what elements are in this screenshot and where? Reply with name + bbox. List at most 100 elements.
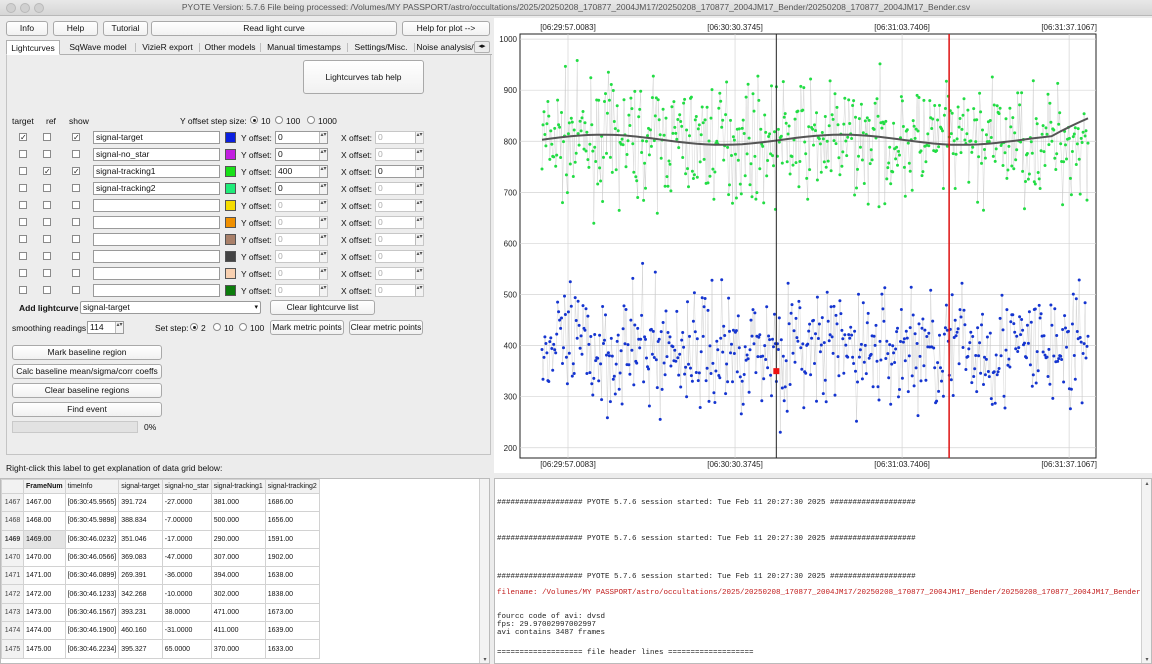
spin-arrows-icon[interactable]: ▴▾ [415,268,423,279]
lightcurve-name-field[interactable] [93,250,220,263]
show-checkbox[interactable]: ✓ [72,133,80,142]
lightcurve-name-field[interactable] [93,233,220,246]
find-event-button[interactable]: Find event [12,402,162,417]
spin-arrows-icon[interactable]: ▴▾ [415,166,423,177]
mark-baseline-region-button[interactable]: Mark baseline region [12,345,162,360]
show-checkbox[interactable] [72,150,80,158]
tab-settings-misc[interactable]: Settings/Misc. [348,40,414,55]
lightcurve-name-field[interactable]: signal-tracking2 [93,182,220,195]
table-row[interactable]: 1467 1467.00 [06:30:45.9565] 391.724 -27.000… [1,492,320,513]
show-checkbox[interactable] [72,286,80,294]
table-row[interactable]: 1475 1475.00 [06:30:46.2234] 395.327 65.0000… [1,639,320,659]
calc-baseline-button[interactable]: Calc baseline mean/sigma/corr coeffs [12,364,162,379]
color-swatch[interactable] [225,200,236,211]
ref-checkbox[interactable] [43,218,51,226]
y-offset-input[interactable]: 0 ▴▾ [275,199,328,212]
tab-manual-timestamps[interactable]: Manual timestamps [261,40,347,55]
color-swatch[interactable] [225,217,236,228]
show-checkbox[interactable] [72,269,80,277]
y-offset-input[interactable]: 0 ▴▾ [275,216,328,229]
color-swatch[interactable] [225,183,236,194]
target-checkbox[interactable] [19,184,27,192]
scroll-up-arrow-icon[interactable]: ▴ [1142,479,1151,489]
mark-metric-points-button[interactable]: Mark metric points [270,320,344,335]
table-row[interactable]: 1473 1473.00 [06:30:46.1567] 393.231 38.0000… [1,602,320,623]
spin-arrows-icon[interactable]: ▴▾ [415,149,423,160]
spin-arrows-icon[interactable]: ▴▾ [415,183,423,194]
spin-arrows-icon[interactable]: ▴▾ [415,200,423,211]
ref-checkbox[interactable]: ✓ [43,167,51,176]
lightcurve-name-field[interactable]: signal-tracking1 [93,165,220,178]
spin-arrows-icon[interactable]: ▴▾ [415,251,423,262]
help-button[interactable]: Help [53,21,98,36]
show-checkbox[interactable] [72,184,80,192]
grid-column-header[interactable]: signal-tracking2 [264,479,320,494]
scroll-down-arrow-icon[interactable]: ▾ [1142,655,1151,663]
grid-column-header[interactable]: FrameNum [23,479,66,494]
color-swatch[interactable] [225,268,236,279]
color-swatch[interactable] [225,149,236,160]
target-checkbox[interactable] [19,201,27,209]
lightcurve-plot[interactable]: 200 300 400 500 600 700 800 900 1000 [06:29:57.00… [494,18,1152,473]
read-light-curve-button[interactable]: Read light curve [151,21,397,36]
x-offset-input[interactable]: 0 ▴▾ [375,148,424,161]
table-row[interactable]: 1469 1469.00 [06:30:46.0232] 351.046 -17.000… [1,529,320,549]
spin-arrows-icon[interactable]: ▴▾ [319,132,327,143]
target-checkbox[interactable] [19,235,27,243]
x-offset-input[interactable]: 0 ▴▾ [375,199,424,212]
smoothing-readings-input[interactable]: 114 ▴▾ [87,321,124,334]
target-checkbox[interactable] [19,286,27,294]
log-scrollbar[interactable]: ▴ ▾ [1141,479,1151,663]
tab-vizier-export[interactable]: VizieR export [136,40,199,55]
lightcurve-name-field[interactable] [93,199,220,212]
color-swatch[interactable] [225,166,236,177]
target-checkbox[interactable] [19,269,27,277]
y-step-radio-10[interactable] [250,116,258,124]
y-offset-input[interactable]: 0 ▴▾ [275,233,328,246]
color-swatch[interactable] [225,132,236,143]
spin-arrows-icon[interactable]: ▴▾ [415,132,423,143]
color-swatch[interactable] [225,285,236,296]
spin-arrows-icon[interactable]: ▴▾ [415,217,423,228]
ref-checkbox[interactable] [43,269,51,277]
x-offset-input[interactable]: 0 ▴▾ [375,182,424,195]
spin-arrows-icon[interactable]: ▴▾ [319,166,327,177]
ref-checkbox[interactable] [43,150,51,158]
y-offset-input[interactable]: 0 ▴▾ [275,250,328,263]
lightcurve-name-field[interactable] [93,284,220,297]
spin-arrows-icon[interactable]: ▴▾ [319,285,327,296]
y-offset-input[interactable]: 0 ▴▾ [275,182,328,195]
y-step-radio-1000[interactable] [307,116,315,124]
show-checkbox[interactable] [72,252,80,260]
spin-arrows-icon[interactable]: ▴▾ [319,183,327,194]
x-offset-input[interactable]: 0 ▴▾ [375,250,424,263]
clear-baseline-regions-button[interactable]: Clear baseline regions [12,383,162,398]
lightcurve-name-field[interactable]: signal-target [93,131,220,144]
table-row[interactable]: 1472 1472.00 [06:30:46.1233] 342.268 -10.000… [1,584,320,604]
data-grid-help-label[interactable]: Right-click this label to get explanatio… [6,463,222,473]
table-row[interactable]: 1471 1471.00 [06:30:46.0899] 269.391 -36.000… [1,566,320,586]
color-swatch[interactable] [225,234,236,245]
y-offset-input[interactable]: 400 ▴▾ [275,165,328,178]
help-for-plot-button[interactable]: Help for plot --> [402,21,490,36]
lightcurve-name-field[interactable]: signal-no_star [93,148,220,161]
y-step-radio-100[interactable] [275,116,283,124]
target-checkbox[interactable] [19,218,27,226]
show-checkbox[interactable] [72,218,80,226]
show-checkbox[interactable] [72,201,80,209]
color-swatch[interactable] [225,251,236,262]
tab-sqwave-model[interactable]: SqWave model [62,40,134,55]
show-checkbox[interactable]: ✓ [72,167,80,176]
ref-checkbox[interactable] [43,201,51,209]
y-offset-input[interactable]: 0 ▴▾ [275,284,328,297]
ref-checkbox[interactable] [43,235,51,243]
spin-arrows-icon[interactable]: ▴▾ [415,285,423,296]
table-row[interactable]: 1470 1470.00 [06:30:46.0566] 369.083 -47.000… [1,547,320,568]
grid-column-header[interactable]: timeInfo [64,479,120,494]
log-pane[interactable]: ################### PYOTE 5.7.6 session … [494,478,1152,664]
x-offset-input[interactable]: 0 ▴▾ [375,233,424,246]
spin-arrows-icon[interactable]: ▴▾ [319,217,327,228]
target-checkbox[interactable] [19,150,27,158]
table-row[interactable]: 1468 1468.00 [06:30:45.9898] 388.834 -7.0000… [1,511,320,531]
grid-column-header[interactable]: signal-tracking1 [210,479,266,494]
